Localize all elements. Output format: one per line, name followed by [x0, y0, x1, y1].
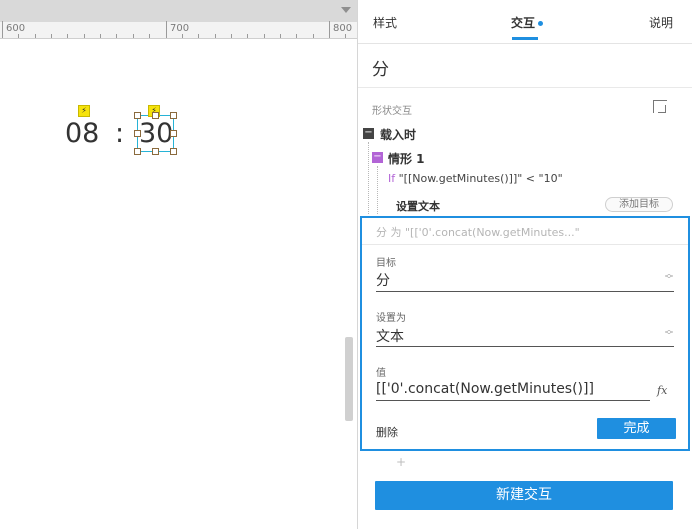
tab-style[interactable]: 样式	[373, 14, 397, 31]
ruler-minor-tick	[51, 34, 53, 38]
ruler-major-tick	[165, 21, 167, 38]
interaction-bolt-icon[interactable]: ⚡	[78, 105, 90, 117]
ruler-minor-tick	[83, 34, 85, 38]
delete-button[interactable]: 删除	[376, 424, 398, 440]
ruler-minor-tick	[67, 34, 69, 38]
minutes-text[interactable]: 30	[139, 120, 173, 147]
ruler-major-tick	[329, 21, 330, 38]
resize-handle-bottom-right[interactable]	[170, 148, 177, 155]
tab-interactions[interactable]: 交互	[511, 14, 544, 31]
ruler-label-700: 700	[170, 23, 190, 34]
ruler-label-600: 600	[6, 23, 26, 34]
resize-handle-right[interactable]	[170, 130, 177, 137]
ruler-minor-tick	[18, 34, 20, 38]
add-target-button[interactable]: 添加目标	[605, 197, 673, 212]
ruler-major-tick	[2, 21, 3, 38]
vertical-scrollbar[interactable]	[345, 337, 353, 421]
target-select[interactable]: 分	[376, 270, 390, 290]
value-label: 值	[376, 368, 386, 379]
ruler-minor-tick	[100, 34, 102, 38]
condition-expression: "[[Now.getMinutes()]]" < "10"	[398, 172, 563, 185]
ruler-minor-tick	[116, 34, 118, 38]
app-window: 600 700 800 ⚡ 08 : ⚡ 30 样式 交互 说明 分 形状交互	[0, 0, 692, 529]
value-underline	[376, 400, 650, 401]
collapse-all-icon[interactable]	[653, 100, 667, 113]
active-dot-icon	[538, 21, 544, 26]
set-to-underline	[376, 346, 674, 347]
new-interaction-button[interactable]: 新建交互	[375, 481, 673, 510]
action-summary: 分 为 "[['0'.concat(Now.getMinutes..."	[376, 226, 580, 239]
done-button[interactable]: 完成	[597, 418, 676, 439]
set-to-label: 设置为	[376, 313, 406, 324]
add-action-icon[interactable]: +	[396, 455, 406, 469]
divider	[358, 87, 692, 88]
value-input[interactable]: [['0'.concat(Now.getMinutes()]]	[376, 381, 594, 397]
ruler-top-bar	[0, 0, 357, 22]
action-label[interactable]: 设置文本	[396, 198, 440, 214]
set-to-select[interactable]: 文本	[376, 326, 404, 346]
hours-text[interactable]: 08	[65, 120, 99, 147]
ruler-minor-tick	[296, 34, 298, 38]
resize-handle-top-left[interactable]	[134, 112, 141, 119]
colon-text[interactable]: :	[115, 120, 124, 147]
ruler-minor-tick	[181, 34, 183, 38]
shape-name-field[interactable]: 分	[372, 55, 389, 80]
event-collapse-icon[interactable]: −	[363, 128, 374, 139]
ruler-minor-tick	[149, 34, 151, 38]
ruler-minor-tick	[263, 34, 265, 38]
ruler-minor-tick	[279, 34, 281, 38]
target-underline	[376, 291, 674, 292]
target-updown-icon[interactable]: ︿ ﹀	[665, 270, 673, 284]
divider	[362, 244, 688, 245]
ruler-dropdown-arrow-icon[interactable]	[341, 7, 351, 13]
inspector-tabs: 样式 交互 说明	[358, 0, 692, 44]
tree-connector	[377, 166, 378, 214]
ruler-label-800: 800	[333, 23, 353, 34]
ruler-minor-tick	[230, 34, 232, 38]
event-label[interactable]: 载入时	[380, 126, 416, 143]
section-title: 形状交互	[372, 106, 412, 117]
set-to-updown-icon[interactable]: ︿ ﹀	[665, 326, 673, 340]
resize-handle-bottom-left[interactable]	[134, 148, 141, 155]
case-condition[interactable]: If "[[Now.getMinutes()]]" < "10"	[388, 172, 563, 185]
if-keyword: If	[388, 172, 396, 185]
ruler-minor-tick	[247, 34, 249, 38]
ruler-minor-tick	[34, 34, 36, 38]
action-editor: 分 为 "[['0'.concat(Now.getMinutes..." 目标 …	[360, 216, 690, 451]
case-label[interactable]: 情形 1	[388, 150, 425, 167]
ruler-minor-tick	[214, 34, 216, 38]
active-tab-indicator	[512, 37, 538, 40]
resize-handle-top[interactable]	[152, 112, 159, 119]
fx-icon[interactable]: fx	[657, 384, 667, 397]
tree-connector	[368, 142, 369, 214]
horizontal-ruler: 600 700 800	[0, 0, 357, 39]
ruler-minor-tick	[312, 34, 314, 38]
target-label: 目标	[376, 258, 396, 269]
tab-notes[interactable]: 说明	[649, 14, 673, 31]
case-collapse-icon[interactable]: −	[372, 152, 383, 163]
design-canvas[interactable]: 600 700 800 ⚡ 08 : ⚡ 30	[0, 0, 357, 529]
resize-handle-bottom[interactable]	[152, 148, 159, 155]
inspector-panel: 样式 交互 说明 分 形状交互 − 载入时 − 情形 1 If "[[Now.g…	[358, 0, 692, 529]
ruler-minor-tick	[132, 34, 134, 38]
resize-handle-left[interactable]	[134, 130, 141, 137]
tab-interactions-label: 交互	[511, 16, 536, 30]
ruler-minor-tick	[345, 34, 347, 38]
resize-handle-top-right[interactable]	[170, 112, 177, 119]
ruler-minor-tick	[198, 34, 200, 38]
